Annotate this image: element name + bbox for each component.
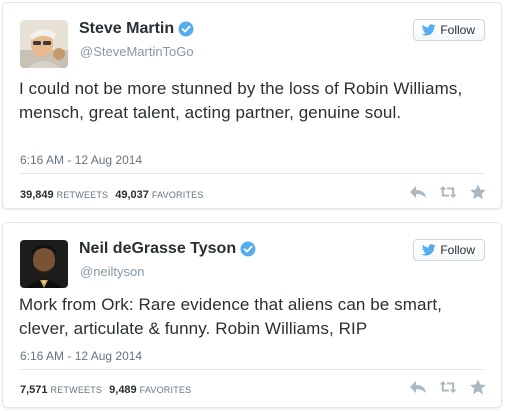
follow-button-label: Follow bbox=[440, 23, 475, 37]
timestamp-link[interactable]: 6:16 AM - 12 Aug 2014 bbox=[20, 349, 142, 363]
favorite-count[interactable]: 49,037 bbox=[115, 189, 149, 201]
author-name-row: Steve Martin bbox=[79, 20, 194, 38]
favorite-count[interactable]: 9,489 bbox=[109, 384, 137, 396]
tweet-actions bbox=[397, 184, 487, 200]
tweet-stats: 39,849 RETWEETS 49,037 FAVORITES bbox=[20, 189, 211, 201]
avatar[interactable] bbox=[20, 240, 68, 288]
follow-button[interactable]: Follow bbox=[413, 19, 485, 41]
divider bbox=[19, 369, 485, 370]
display-name[interactable]: Neil deGrasse Tyson bbox=[79, 240, 236, 258]
retweet-icon[interactable] bbox=[439, 379, 457, 395]
divider bbox=[19, 173, 485, 174]
retweets-label: RETWEETS bbox=[56, 190, 109, 200]
tweet-text: I could not be more stunned by the loss … bbox=[19, 79, 463, 122]
tweet-actions bbox=[397, 379, 487, 395]
twitter-bird-icon bbox=[422, 244, 437, 256]
user-handle[interactable]: @SteveMartinToGo bbox=[80, 44, 194, 59]
favorite-icon[interactable] bbox=[469, 379, 487, 395]
retweet-count[interactable]: 39,849 bbox=[20, 189, 54, 201]
favorites-label: FAVORITES bbox=[151, 190, 204, 200]
tweet-text: Mork from Ork: Rare evidence that aliens… bbox=[19, 295, 443, 338]
verified-badge-icon bbox=[240, 241, 256, 257]
retweets-label: RETWEETS bbox=[50, 385, 103, 395]
user-handle[interactable]: @neiltyson bbox=[80, 264, 145, 279]
avatar[interactable] bbox=[20, 20, 68, 68]
retweet-count[interactable]: 7,571 bbox=[20, 384, 48, 396]
tweet-card[interactable]: Neil deGrasse Tyson @neiltyson Follow Mo… bbox=[2, 222, 502, 408]
display-name[interactable]: Steve Martin bbox=[79, 20, 174, 38]
favorites-label: FAVORITES bbox=[139, 385, 192, 395]
twitter-bird-icon bbox=[422, 24, 437, 36]
reply-icon[interactable] bbox=[409, 379, 427, 395]
follow-button-label: Follow bbox=[440, 243, 475, 257]
author-name-row: Neil deGrasse Tyson bbox=[79, 240, 256, 258]
tweet-card[interactable]: Steve Martin @SteveMartinToGo Follow I c… bbox=[2, 2, 502, 209]
reply-icon[interactable] bbox=[409, 184, 427, 200]
tweet-stats: 7,571 RETWEETS 9,489 FAVORITES bbox=[20, 384, 198, 396]
timestamp-link[interactable]: 6:16 AM - 12 Aug 2014 bbox=[20, 153, 142, 167]
follow-button[interactable]: Follow bbox=[413, 239, 485, 261]
retweet-icon[interactable] bbox=[439, 184, 457, 200]
verified-badge-icon bbox=[178, 21, 194, 37]
favorite-icon[interactable] bbox=[469, 184, 487, 200]
